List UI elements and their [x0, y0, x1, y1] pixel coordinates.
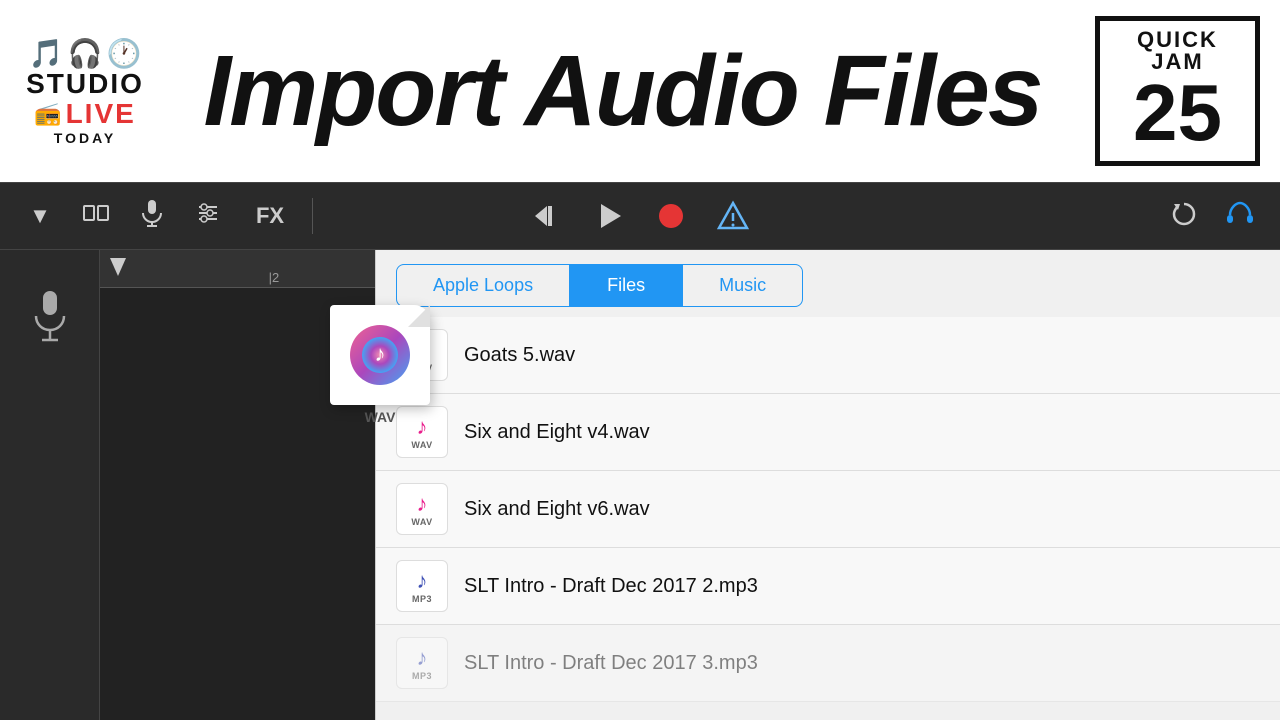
timeline-area: |2|3|4|5|6|7 Apple Loops Files Music ♪ W… — [0, 250, 1280, 720]
music-note-icon-3: ♪ — [417, 568, 428, 594]
file-icon-3: ♪ MP3 — [396, 560, 448, 612]
wav-label: WAV — [365, 409, 396, 425]
logo-icons: 🎵 🎧 🕐 — [29, 37, 142, 70]
rewind-button[interactable] — [521, 190, 573, 242]
file-item-1[interactable]: ♪ WAV Six and Eight v4.wav — [376, 394, 1280, 471]
tab-music[interactable]: Music — [682, 264, 803, 307]
file-icon-2: ♪ WAV — [396, 483, 448, 535]
microphone-icon — [141, 199, 163, 233]
svg-text:♪: ♪ — [375, 341, 386, 366]
header: 🎵 🎧 🕐 STUDIO 📻 LIVE TODAY Import Audio F… — [0, 0, 1280, 182]
browser-tabs: Apple Loops Files Music — [376, 250, 1280, 307]
logo-studio-text: STUDIO — [26, 70, 144, 98]
mixer-icon — [195, 201, 221, 231]
dropdown-icon: ▼ — [29, 203, 51, 229]
layout-button[interactable] — [72, 192, 120, 240]
file-item-3[interactable]: ♪ MP3 SLT Intro - Draft Dec 2017 2.mp3 — [376, 548, 1280, 625]
floating-music-note-icon: ♪ — [350, 325, 410, 385]
badge-number-text: 25 — [1114, 73, 1241, 153]
logo-today-text: TODAY — [54, 130, 116, 146]
file-item-4[interactable]: ♪ MP3 SLT Intro - Draft Dec 2017 3.mp3 — [376, 625, 1280, 702]
record-button[interactable] — [645, 190, 697, 242]
file-name-1: Six and Eight v4.wav — [464, 421, 650, 444]
track-sidebar — [0, 250, 100, 720]
dropdown-button[interactable]: ▼ — [16, 192, 64, 240]
page-title: Import Audio Files — [203, 41, 1041, 141]
track-mic-icon — [32, 290, 68, 352]
title-area: Import Audio Files — [150, 41, 1095, 141]
browser-panel: Apple Loops Files Music ♪ WAV Goats 5.wa… — [375, 250, 1280, 720]
radio-icon: 📻 — [34, 101, 61, 127]
floating-wav-paper: ♪ — [330, 305, 430, 405]
layout-icon — [82, 202, 110, 230]
quick-jam-badge: QUICK JAM 25 — [1095, 16, 1260, 166]
playhead-marker — [110, 258, 126, 276]
browser-file-list: ♪ WAV Goats 5.wav ♪ WAV Six and Eight v4… — [376, 307, 1280, 720]
file-item-0[interactable]: ♪ WAV Goats 5.wav — [376, 317, 1280, 394]
file-name-3: SLT Intro - Draft Dec 2017 2.mp3 — [464, 575, 758, 598]
clock-icon: 🕐 — [106, 37, 141, 70]
microphone-button[interactable] — [128, 192, 176, 240]
file-name-2: Six and Eight v6.wav — [464, 498, 650, 521]
file-name-0: Goats 5.wav — [464, 344, 575, 367]
music-note-icon-2: ♪ — [417, 491, 428, 517]
paper-fold-corner — [408, 305, 430, 327]
logo-area: 🎵 🎧 🕐 STUDIO 📻 LIVE TODAY — [20, 37, 150, 146]
headphones-button[interactable] — [1216, 192, 1264, 240]
play-button[interactable] — [583, 190, 635, 242]
floating-wav-icon: ♪ WAV — [330, 305, 430, 425]
file-name-4: SLT Intro - Draft Dec 2017 3.mp3 — [464, 652, 758, 675]
tab-files[interactable]: Files — [570, 264, 682, 307]
fx-label: FX — [256, 203, 284, 229]
transport-controls — [521, 190, 759, 242]
warning-button[interactable] — [707, 190, 759, 242]
tab-apple-loops[interactable]: Apple Loops — [396, 264, 570, 307]
toolbar: ▼ FX — [0, 182, 1280, 250]
mixer-button[interactable] — [184, 192, 232, 240]
headphones-icon — [1226, 201, 1254, 231]
headphones-icon: 🎧 — [68, 37, 103, 70]
music-note-icon-4: ♪ — [417, 645, 428, 671]
vinyl-icon: 🎵 — [29, 37, 64, 70]
toolbar-separator-1 — [312, 198, 313, 234]
file-icon-4: ♪ MP3 — [396, 637, 448, 689]
undo-button[interactable] — [1160, 192, 1208, 240]
ruler-tick-2: |2 — [269, 270, 280, 287]
file-item-2[interactable]: ♪ WAV Six and Eight v6.wav — [376, 471, 1280, 548]
undo-icon — [1170, 200, 1198, 232]
logo-live-row: 📻 LIVE — [34, 98, 136, 130]
badge-title-text: QUICK JAM — [1114, 29, 1241, 73]
logo-live-text: LIVE — [66, 98, 136, 130]
fx-button[interactable]: FX — [240, 192, 300, 240]
badge-area: QUICK JAM 25 — [1095, 16, 1260, 166]
